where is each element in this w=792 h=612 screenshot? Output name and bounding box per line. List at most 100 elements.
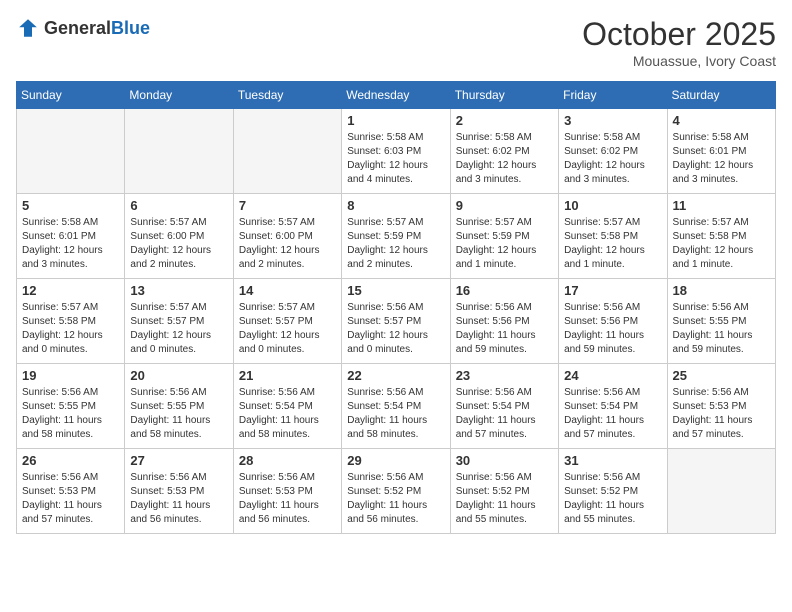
- day-info: Sunrise: 5:57 AMSunset: 5:58 PMDaylight:…: [564, 216, 661, 272]
- page-header: GeneralBlue October 2025 Mouassue, Ivory…: [16, 16, 776, 69]
- day-cell: 8 Sunrise: 5:57 AMSunset: 5:59 PMDaylight…: [342, 194, 450, 279]
- day-number: 12: [22, 283, 119, 298]
- day-info: Sunrise: 5:57 AMSunset: 6:00 PMDaylight:…: [239, 216, 336, 272]
- day-cell: [667, 449, 775, 534]
- day-cell: 24 Sunrise: 5:56 AMSunset: 5:54 PMDayligh…: [559, 364, 667, 449]
- day-number: 7: [239, 198, 336, 213]
- day-cell: 12 Sunrise: 5:57 AMSunset: 5:58 PMDayligh…: [17, 279, 125, 364]
- day-info: Sunrise: 5:57 AMSunset: 6:00 PMDaylight:…: [130, 216, 227, 272]
- day-cell: 31 Sunrise: 5:56 AMSunset: 5:52 PMDayligh…: [559, 449, 667, 534]
- day-number: 19: [22, 368, 119, 383]
- day-cell: 29Sunrise: 5:56 AMSunset: 5:52 PMDayligh…: [342, 449, 450, 534]
- week-row-3: 12 Sunrise: 5:57 AMSunset: 5:58 PMDayligh…: [17, 279, 776, 364]
- day-cell: 7 Sunrise: 5:57 AMSunset: 6:00 PMDaylight…: [233, 194, 341, 279]
- day-cell: 3 Sunrise: 5:58 AMSunset: 6:02 PMDaylight…: [559, 109, 667, 194]
- day-number: 2: [456, 113, 553, 128]
- weekday-header-thursday: Thursday: [450, 82, 558, 109]
- location: Mouassue, Ivory Coast: [582, 53, 776, 69]
- weekday-header-sunday: Sunday: [17, 82, 125, 109]
- day-number: 11: [673, 198, 770, 213]
- week-row-2: 5 Sunrise: 5:58 AMSunset: 6:01 PMDaylight…: [17, 194, 776, 279]
- day-info: Sunrise: 5:56 AMSunset: 5:52 PMDaylight:…: [456, 471, 553, 527]
- day-info: Sunrise: 5:58 AMSunset: 6:02 PMDaylight:…: [564, 131, 661, 187]
- day-info: Sunrise: 5:56 AMSunset: 5:54 PMDaylight:…: [456, 386, 553, 442]
- day-cell: 19 Sunrise: 5:56 AMSunset: 5:55 PMDayligh…: [17, 364, 125, 449]
- day-info: Sunrise: 5:56 AMSunset: 5:53 PMDaylight:…: [22, 471, 119, 527]
- day-number: 28: [239, 453, 336, 468]
- calendar: SundayMondayTuesdayWednesdayThursdayFrid…: [16, 81, 776, 534]
- day-number: 23: [456, 368, 553, 383]
- week-row-4: 19 Sunrise: 5:56 AMSunset: 5:55 PMDayligh…: [17, 364, 776, 449]
- logo: GeneralBlue: [16, 16, 150, 40]
- day-cell: [233, 109, 341, 194]
- day-number: 3: [564, 113, 661, 128]
- day-info: Sunrise: 5:56 AMSunset: 5:55 PMDaylight:…: [673, 301, 770, 357]
- day-cell: 15Sunrise: 5:56 AMSunset: 5:57 PMDayligh…: [342, 279, 450, 364]
- day-cell: 6Sunrise: 5:57 AMSunset: 6:00 PMDaylight…: [125, 194, 233, 279]
- day-info: Sunrise: 5:57 AMSunset: 5:59 PMDaylight:…: [347, 216, 444, 272]
- day-cell: 14 Sunrise: 5:57 AMSunset: 5:57 PMDayligh…: [233, 279, 341, 364]
- weekday-header-tuesday: Tuesday: [233, 82, 341, 109]
- logo-blue: Blue: [111, 18, 150, 38]
- day-number: 18: [673, 283, 770, 298]
- weekday-header-friday: Friday: [559, 82, 667, 109]
- day-cell: 25Sunrise: 5:56 AMSunset: 5:53 PMDayligh…: [667, 364, 775, 449]
- day-info: Sunrise: 5:56 AMSunset: 5:56 PMDaylight:…: [564, 301, 661, 357]
- day-number: 22: [347, 368, 444, 383]
- day-info: Sunrise: 5:56 AMSunset: 5:56 PMDaylight:…: [456, 301, 553, 357]
- day-cell: 30Sunrise: 5:56 AMSunset: 5:52 PMDayligh…: [450, 449, 558, 534]
- day-cell: 20 Sunrise: 5:56 AMSunset: 5:55 PMDayligh…: [125, 364, 233, 449]
- day-number: 13: [130, 283, 227, 298]
- day-number: 27: [130, 453, 227, 468]
- day-cell: 1Sunrise: 5:58 AMSunset: 6:03 PMDaylight…: [342, 109, 450, 194]
- day-cell: 5 Sunrise: 5:58 AMSunset: 6:01 PMDaylight…: [17, 194, 125, 279]
- day-info: Sunrise: 5:56 AMSunset: 5:54 PMDaylight:…: [347, 386, 444, 442]
- day-number: 9: [456, 198, 553, 213]
- logo-icon: [16, 16, 40, 40]
- day-number: 5: [22, 198, 119, 213]
- day-info: Sunrise: 5:56 AMSunset: 5:55 PMDaylight:…: [22, 386, 119, 442]
- day-number: 8: [347, 198, 444, 213]
- day-info: Sunrise: 5:57 AMSunset: 5:59 PMDaylight:…: [456, 216, 553, 272]
- day-cell: 16 Sunrise: 5:56 AMSunset: 5:56 PMDayligh…: [450, 279, 558, 364]
- weekday-header-row: SundayMondayTuesdayWednesdayThursdayFrid…: [17, 82, 776, 109]
- day-cell: 18 Sunrise: 5:56 AMSunset: 5:55 PMDayligh…: [667, 279, 775, 364]
- week-row-1: 1Sunrise: 5:58 AMSunset: 6:03 PMDaylight…: [17, 109, 776, 194]
- day-number: 16: [456, 283, 553, 298]
- day-number: 20: [130, 368, 227, 383]
- day-info: Sunrise: 5:58 AMSunset: 6:01 PMDaylight:…: [22, 216, 119, 272]
- day-info: Sunrise: 5:57 AMSunset: 5:57 PMDaylight:…: [239, 301, 336, 357]
- day-cell: [17, 109, 125, 194]
- day-cell: 27Sunrise: 5:56 AMSunset: 5:53 PMDayligh…: [125, 449, 233, 534]
- day-info: Sunrise: 5:57 AMSunset: 5:57 PMDaylight:…: [130, 301, 227, 357]
- weekday-header-wednesday: Wednesday: [342, 82, 450, 109]
- day-info: Sunrise: 5:56 AMSunset: 5:57 PMDaylight:…: [347, 301, 444, 357]
- day-info: Sunrise: 5:56 AMSunset: 5:55 PMDaylight:…: [130, 386, 227, 442]
- day-cell: 23 Sunrise: 5:56 AMSunset: 5:54 PMDayligh…: [450, 364, 558, 449]
- day-cell: 13 Sunrise: 5:57 AMSunset: 5:57 PMDayligh…: [125, 279, 233, 364]
- day-number: 31: [564, 453, 661, 468]
- day-info: Sunrise: 5:56 AMSunset: 5:54 PMDaylight:…: [564, 386, 661, 442]
- weekday-header-monday: Monday: [125, 82, 233, 109]
- day-cell: 28 Sunrise: 5:56 AMSunset: 5:53 PMDayligh…: [233, 449, 341, 534]
- title-block: October 2025 Mouassue, Ivory Coast: [582, 16, 776, 69]
- week-row-5: 26Sunrise: 5:56 AMSunset: 5:53 PMDayligh…: [17, 449, 776, 534]
- day-number: 21: [239, 368, 336, 383]
- day-cell: 4Sunrise: 5:58 AMSunset: 6:01 PMDaylight…: [667, 109, 775, 194]
- day-info: Sunrise: 5:56 AMSunset: 5:52 PMDaylight:…: [564, 471, 661, 527]
- logo-general: General: [44, 18, 111, 38]
- day-info: Sunrise: 5:56 AMSunset: 5:53 PMDaylight:…: [673, 386, 770, 442]
- day-number: 10: [564, 198, 661, 213]
- month-title: October 2025: [582, 16, 776, 53]
- day-info: Sunrise: 5:56 AMSunset: 5:52 PMDaylight:…: [347, 471, 444, 527]
- day-info: Sunrise: 5:56 AMSunset: 5:53 PMDaylight:…: [239, 471, 336, 527]
- day-info: Sunrise: 5:58 AMSunset: 6:03 PMDaylight:…: [347, 131, 444, 187]
- day-cell: [125, 109, 233, 194]
- day-number: 14: [239, 283, 336, 298]
- day-cell: 17Sunrise: 5:56 AMSunset: 5:56 PMDayligh…: [559, 279, 667, 364]
- day-cell: 10 Sunrise: 5:57 AMSunset: 5:58 PMDayligh…: [559, 194, 667, 279]
- day-cell: 26Sunrise: 5:56 AMSunset: 5:53 PMDayligh…: [17, 449, 125, 534]
- day-number: 24: [564, 368, 661, 383]
- day-info: Sunrise: 5:58 AMSunset: 6:01 PMDaylight:…: [673, 131, 770, 187]
- day-info: Sunrise: 5:57 AMSunset: 5:58 PMDaylight:…: [22, 301, 119, 357]
